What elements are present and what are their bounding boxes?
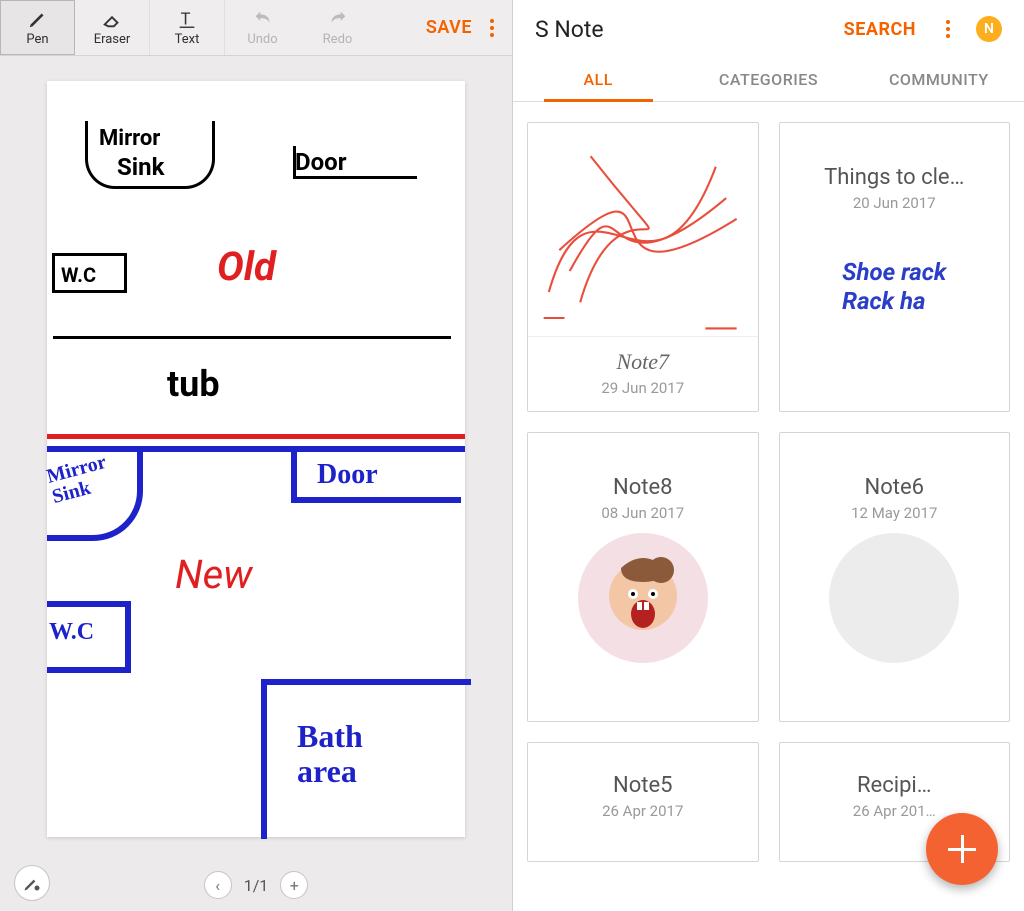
ink-text: Bath area	[297, 719, 363, 789]
note-meta: Note7 29 Jun 2017	[528, 336, 758, 409]
note-card[interactable]: Note8 08 Jun 2017	[527, 432, 759, 722]
ink-line	[47, 434, 465, 439]
tab-all[interactable]: ALL	[513, 58, 683, 101]
scribble-icon	[528, 123, 758, 336]
tab-community[interactable]: COMMUNITY	[854, 58, 1024, 101]
note-date: 08 Jun 2017	[538, 504, 748, 522]
note-preview	[829, 533, 959, 663]
pen-tool-button[interactable]: Pen	[0, 0, 75, 55]
note-editor-pane: Pen Eraser T Text Undo Redo SAVE Mirror …	[0, 0, 513, 911]
ink-box	[261, 679, 471, 839]
note-meta: Note6 12 May 2017	[780, 475, 1010, 522]
note-title: Note8	[538, 475, 748, 500]
note-meta: Note8 08 Jun 2017	[528, 475, 758, 522]
add-page-button[interactable]: +	[280, 871, 308, 899]
undo-label: Undo	[247, 32, 277, 47]
note-card[interactable]: Note5 26 Apr 2017	[527, 742, 759, 862]
ink-line	[293, 176, 417, 179]
text-icon: T	[176, 8, 198, 30]
ink-text: Door	[295, 148, 346, 176]
snote-list-pane: S Note SEARCH N ALL CATEGORIES COMMUNITY…	[513, 0, 1024, 911]
note-meta: Recipi… 26 Apr 201…	[780, 773, 1010, 820]
ink-text: Old	[217, 243, 276, 290]
prev-page-button[interactable]: ‹	[204, 871, 232, 899]
note-date: 26 Apr 2017	[538, 802, 748, 820]
app-title: S Note	[535, 16, 830, 43]
note-title: Recipi…	[790, 773, 1000, 798]
pen-label: Pen	[26, 32, 48, 47]
note-date: 20 Jun 2017	[790, 194, 1000, 212]
redo-label: Redo	[323, 32, 353, 47]
ink-text: W.C	[61, 263, 96, 287]
search-button[interactable]: SEARCH	[844, 19, 916, 40]
note-title: Things to cle…	[790, 165, 1000, 190]
note-card[interactable]: Things to cle… 20 Jun 2017 Shoe rack Rac…	[779, 122, 1011, 412]
ink-text: Mirror	[99, 126, 160, 151]
account-avatar[interactable]: N	[976, 16, 1002, 42]
note-preview: Shoe rack Rack ha	[829, 223, 959, 353]
notes-grid[interactable]: Note7 29 Jun 2017 Things to cle… 20 Jun …	[513, 102, 1024, 911]
page-indicator: 1/1	[244, 876, 269, 895]
note-preview	[578, 533, 708, 663]
note-meta: Note5 26 Apr 2017	[528, 773, 758, 820]
drawing-canvas[interactable]: Mirror Sink Door W.C Old tub Mirror Sink…	[47, 81, 465, 837]
editor-toolbar: Pen Eraser T Text Undo Redo SAVE	[0, 0, 512, 56]
note-meta: Things to cle… 20 Jun 2017	[780, 165, 1010, 212]
snote-header: S Note SEARCH N	[513, 0, 1024, 58]
tab-categories[interactable]: CATEGORIES	[683, 58, 853, 101]
preview-line: Shoe rack	[842, 258, 946, 286]
pen-icon	[27, 8, 49, 30]
note-card[interactable]: Note6 12 May 2017	[779, 432, 1011, 722]
ink-line	[53, 336, 451, 339]
eraser-tool-button[interactable]: Eraser	[75, 0, 150, 55]
note-title: Note6	[790, 475, 1000, 500]
note-date: 12 May 2017	[790, 504, 1000, 522]
ink-text: New	[175, 551, 252, 598]
eraser-label: Eraser	[94, 32, 131, 47]
ink-text: W.C	[49, 619, 94, 646]
note-card[interactable]: Note7 29 Jun 2017	[527, 122, 759, 412]
save-button[interactable]: SAVE	[408, 17, 490, 38]
new-note-fab[interactable]	[926, 813, 998, 885]
note-date: 29 Jun 2017	[532, 379, 754, 397]
tab-bar: ALL CATEGORIES COMMUNITY	[513, 58, 1024, 102]
canvas-area: Mirror Sink Door W.C Old tub Mirror Sink…	[0, 56, 512, 911]
ink-text: Sink	[117, 153, 164, 181]
cartoon-face-icon	[593, 548, 693, 648]
note-preview	[528, 123, 758, 336]
editor-more-button[interactable]	[490, 19, 512, 37]
ink-line	[293, 146, 296, 176]
redo-button[interactable]: Redo	[300, 0, 375, 55]
ink-text: Door	[317, 459, 378, 491]
preview-line: Rack ha	[842, 287, 925, 315]
text-tool-button[interactable]: T Text	[150, 0, 225, 55]
eraser-icon	[101, 8, 123, 30]
snote-more-button[interactable]	[942, 20, 954, 38]
undo-icon	[252, 8, 274, 30]
note-title: Note5	[538, 773, 748, 798]
text-label: Text	[175, 32, 200, 47]
ink-text: tub	[167, 363, 220, 405]
redo-icon	[327, 8, 349, 30]
undo-button[interactable]: Undo	[225, 0, 300, 55]
note-title: Note7	[532, 349, 754, 375]
page-navigator: ‹ 1/1 +	[0, 871, 512, 899]
